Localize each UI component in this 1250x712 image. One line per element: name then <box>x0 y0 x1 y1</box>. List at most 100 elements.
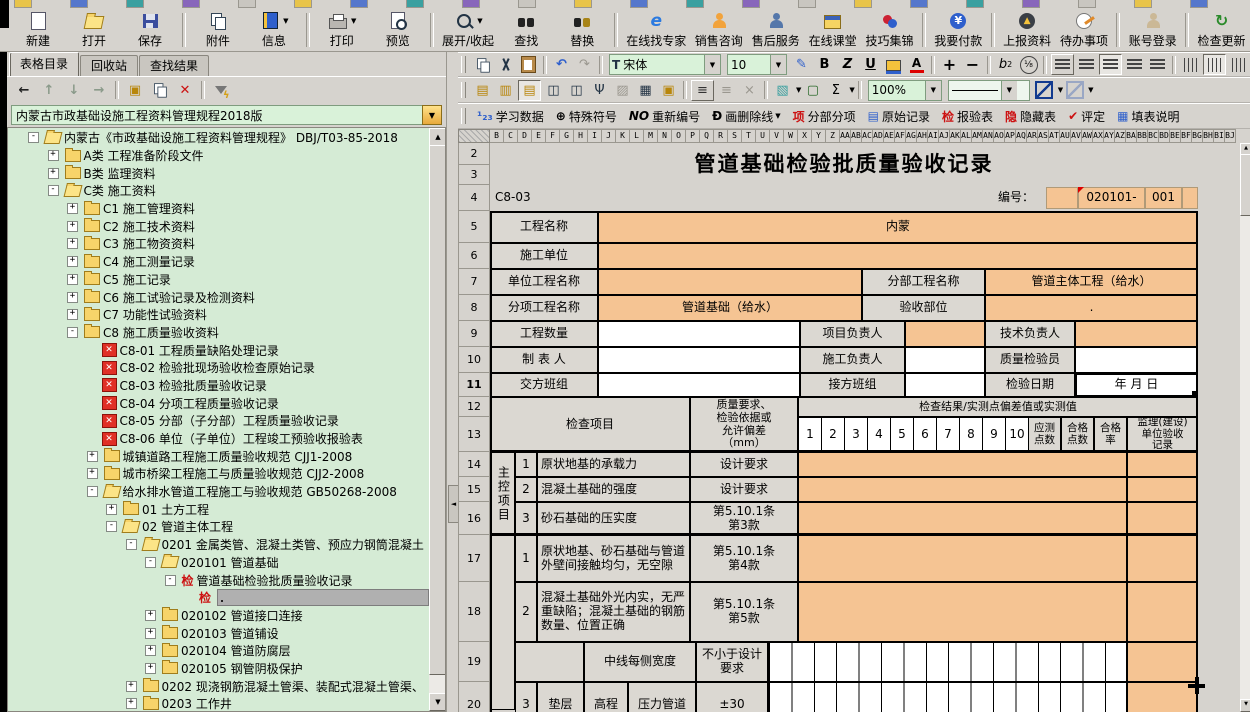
scroll-thumb[interactable] <box>429 145 446 675</box>
dropdown-arrow-icon[interactable]: ▼ <box>849 86 854 94</box>
insert-col-icon[interactable]: ▥ <box>495 81 516 100</box>
collapse-minus-icon[interactable]: - <box>28 132 39 143</box>
result-point-header[interactable]: 7 <box>936 417 960 452</box>
column-header[interactable]: AA <box>840 129 851 143</box>
column-header[interactable]: I <box>588 129 602 143</box>
redo-icon[interactable]: ↷ <box>574 55 595 74</box>
expand-plus-icon[interactable]: + <box>48 168 59 179</box>
tab-recycle-bin[interactable]: 回收站 <box>80 55 138 76</box>
number-cell-blank[interactable] <box>1046 187 1078 209</box>
general-row-1-result[interactable] <box>798 535 1127 582</box>
expand-plus-icon[interactable]: + <box>145 663 156 674</box>
sigma-icon[interactable]: Σ <box>825 81 846 100</box>
main-row-3-super[interactable] <box>1127 502 1198 535</box>
line-style-select[interactable]: ▼ <box>948 80 1030 101</box>
font-color-icon[interactable]: A <box>906 55 927 74</box>
preview-button[interactable]: 预览 <box>370 10 426 50</box>
tree-item[interactable]: -02 管道主体工程 <box>8 518 429 536</box>
expand-plus-icon[interactable]: + <box>67 309 78 320</box>
column-header[interactable]: M <box>644 129 658 143</box>
column-header[interactable]: S <box>728 129 742 143</box>
value-form-maker[interactable] <box>598 347 800 373</box>
row20-no[interactable]: 3 <box>515 682 537 712</box>
header-inspection-item[interactable]: 检查项目 <box>490 397 690 452</box>
column-header[interactable]: B <box>490 129 504 143</box>
main-row-1-no[interactable]: 1 <box>515 452 537 477</box>
row20-elevation[interactable]: 高程 <box>584 682 628 712</box>
value-subdivision-project[interactable]: 管道基础（给水） <box>598 295 862 321</box>
group-label-main-control[interactable]: 主控项目 <box>490 452 515 535</box>
scroll-down-button[interactable]: ▼ <box>429 693 446 711</box>
diag-border-2-icon[interactable] <box>1064 81 1085 100</box>
person-blue-button[interactable]: 售后服务 <box>747 10 804 50</box>
align-right-icon[interactable] <box>1124 55 1145 74</box>
clear-format-icon[interactable]: × <box>739 81 760 100</box>
sheet-title[interactable]: 管道基础检验批质量验收记录 <box>490 143 1198 185</box>
row-header[interactable]: 20 <box>458 682 490 712</box>
tree-item[interactable]: -0201 金属类管、混凝土类管、预应力钢筒混凝土 <box>8 536 429 554</box>
zoom-dropdown-button[interactable]: ▼ <box>925 81 941 100</box>
forward-button[interactable]: → <box>90 81 108 99</box>
header-points-measured[interactable]: 应测 点数 <box>1028 417 1061 452</box>
row19-req[interactable]: 不小于设计 要求 <box>696 642 768 682</box>
undo-icon[interactable]: ↶ <box>551 55 572 74</box>
column-header[interactable]: W <box>784 129 798 143</box>
row20-cushion[interactable]: 垫层 <box>537 682 584 712</box>
align-justify-icon[interactable] <box>1051 54 1074 75</box>
find-button[interactable]: 查找 <box>498 10 554 50</box>
expand-plus-icon[interactable]: + <box>48 150 59 161</box>
tree-item[interactable]: -内蒙古《市政基础设施工程资料管理规程》 DBJ/T03-85-2018 <box>8 129 429 147</box>
header-quality-requirement[interactable]: 质量要求、 检验依据或 允许偏差 （mm） <box>690 397 798 452</box>
form-code[interactable]: C8-03 <box>492 187 582 209</box>
expand-plus-icon[interactable]: + <box>87 468 98 479</box>
delete-row-icon[interactable]: ▤ <box>518 80 541 101</box>
row-header[interactable]: 4 <box>458 185 490 211</box>
label-construction-unit[interactable]: 施工单位 <box>490 243 598 269</box>
general-row-2-no[interactable]: 2 <box>515 582 537 642</box>
label-acceptance-part[interactable]: 验收部位 <box>862 295 985 321</box>
select-all-corner[interactable] <box>458 129 490 143</box>
result-point-header[interactable]: 5 <box>890 417 914 452</box>
format-props-icon[interactable]: ✎ <box>791 55 812 74</box>
back-button[interactable]: ← <box>15 81 33 99</box>
up-button[interactable]: ↑ <box>40 81 58 99</box>
sub-item-button[interactable]: 项分部分项 <box>793 108 856 125</box>
column-header[interactable]: AB <box>851 129 862 143</box>
special-symbol-button[interactable]: ⊕特殊符号 <box>556 108 617 125</box>
tree-item[interactable]: ✕C8-02 检验批现场验收检查原始记录 <box>8 359 429 377</box>
row-header[interactable]: 13 <box>458 417 490 452</box>
toolbar-grip[interactable] <box>461 56 466 72</box>
label-receiving-team[interactable]: 接方班组 <box>800 373 905 397</box>
main-row-2-no[interactable]: 2 <box>515 477 537 502</box>
tree-item[interactable]: +020102 管道接口连接 <box>8 607 429 625</box>
column-header[interactable]: H <box>574 129 588 143</box>
tips-button[interactable]: 技巧集锦 <box>861 10 918 50</box>
row-spacing-icon[interactable]: ≡ <box>691 80 714 101</box>
column-header[interactable]: AV <box>1071 129 1082 143</box>
column-header[interactable]: AU <box>1060 129 1071 143</box>
collapse-minus-icon[interactable]: - <box>48 185 59 196</box>
row-header[interactable]: 8 <box>458 295 490 321</box>
column-header[interactable]: AY <box>1104 129 1115 143</box>
row19-super[interactable] <box>1127 642 1198 682</box>
tab-search-results[interactable]: 查找结果 <box>139 55 209 76</box>
general-row-1-no[interactable]: 1 <box>515 535 537 582</box>
cut-icon[interactable] <box>495 55 516 74</box>
column-header[interactable]: AF <box>895 129 906 143</box>
main-row-3-no[interactable]: 3 <box>515 502 537 535</box>
font-size-dropdown-button[interactable]: ▼ <box>770 55 786 74</box>
main-row-1-result[interactable] <box>798 452 1127 477</box>
col-bars-1-icon[interactable] <box>1180 55 1201 74</box>
column-header[interactable]: AG <box>906 129 917 143</box>
dropdown-arrow-icon[interactable]: ▼ <box>477 17 482 25</box>
column-header[interactable]: AH <box>917 129 928 143</box>
column-header[interactable]: E <box>532 129 546 143</box>
label-unit-project[interactable]: 单位工程名称 <box>490 269 598 295</box>
dropdown-arrow-icon[interactable]: ▼ <box>283 17 288 25</box>
main-row-2-super[interactable] <box>1127 477 1198 502</box>
login-button[interactable]: 账号登录 <box>1124 10 1181 50</box>
value-division-project[interactable]: 管道主体工程（给水） <box>985 269 1198 295</box>
value-handover-team[interactable] <box>598 373 800 397</box>
label-quantity[interactable]: 工程数量 <box>490 321 598 347</box>
person-orange-button[interactable]: 销售咨询 <box>690 10 747 50</box>
